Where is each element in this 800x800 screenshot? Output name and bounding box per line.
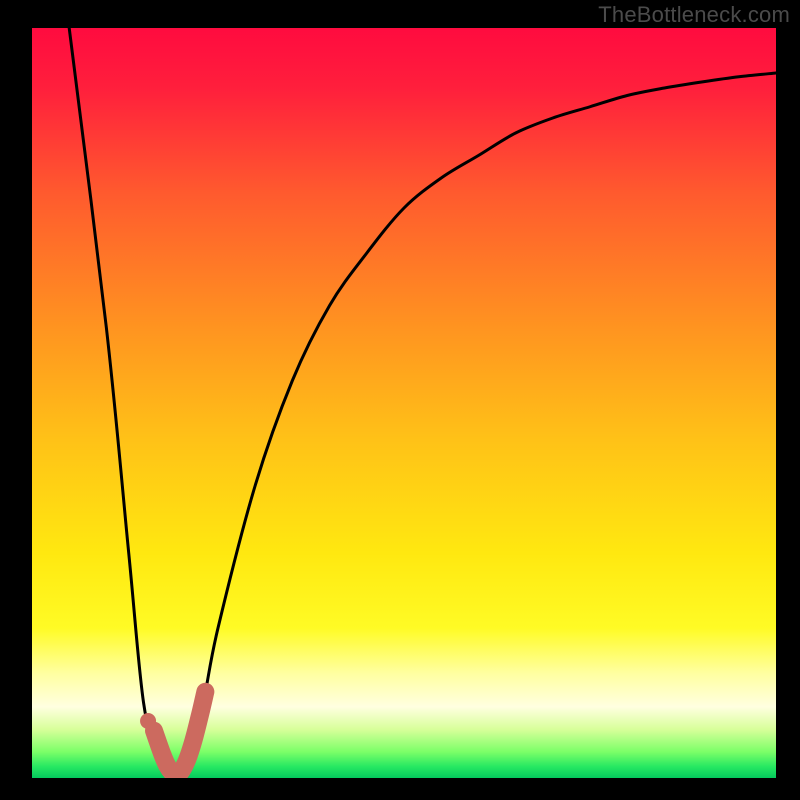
plot-area (32, 28, 776, 778)
chart-container: TheBottleneck.com (0, 0, 800, 800)
watermark-text: TheBottleneck.com (598, 2, 790, 28)
gradient-background (32, 28, 776, 778)
chart-svg (32, 28, 776, 778)
highlight-dot (140, 713, 156, 729)
